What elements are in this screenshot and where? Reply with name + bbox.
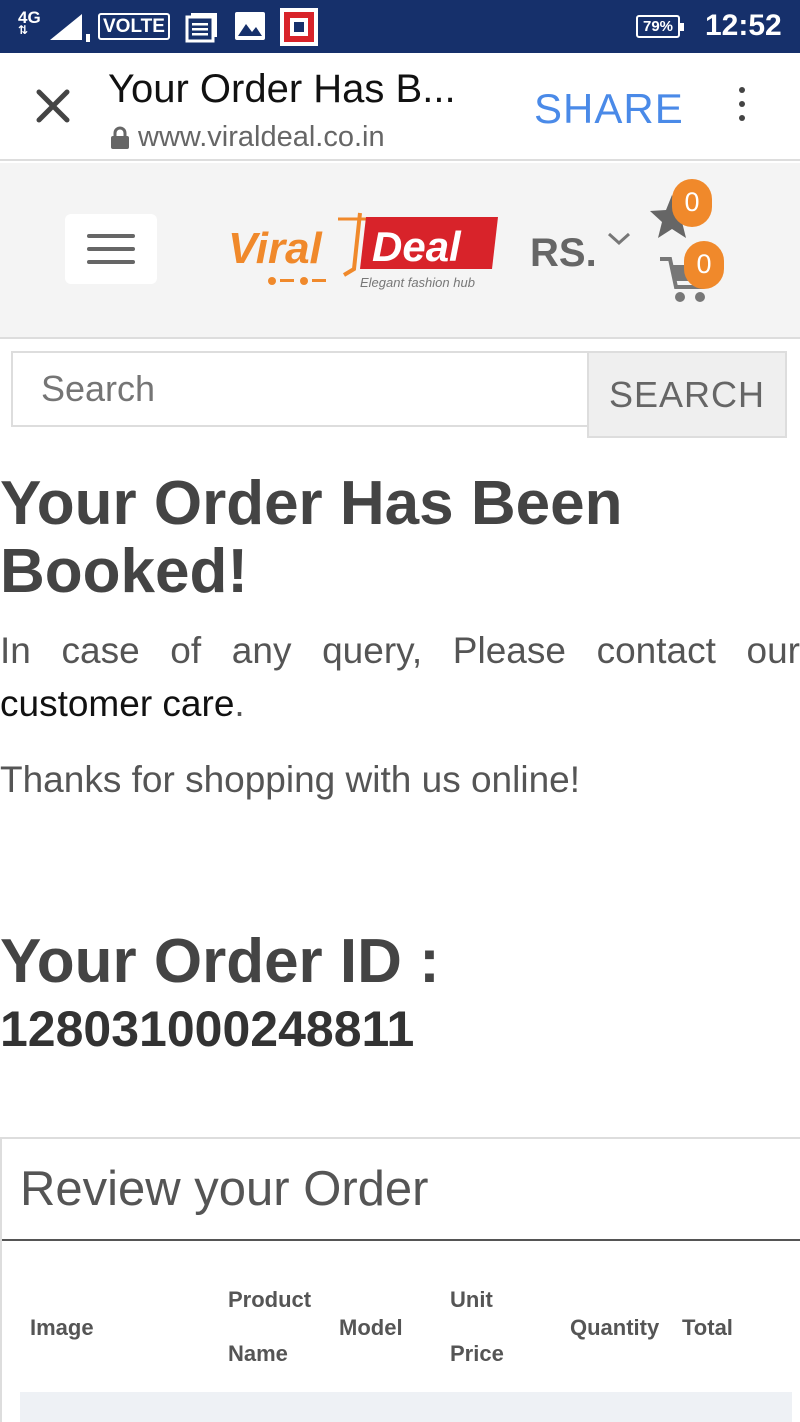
viraldeal-logo[interactable]: Viral Deal Elegant fashion hub [226,205,506,295]
chevron-down-icon[interactable] [606,229,632,249]
svg-text:Elegant fashion hub: Elegant fashion hub [360,275,475,290]
status-bar: 4G ⇅ VOLTE 79% 12:52 [0,0,800,53]
customer-care-link[interactable]: customer care [0,683,234,724]
svg-text:Viral: Viral [228,224,323,273]
query-text: In case of any query, Please contact our [0,630,800,671]
volte-badge: VOLTE [98,13,170,40]
network-indicator: 4G ⇅ [18,8,41,37]
divider [2,1239,800,1241]
column-header-quantity: Quantity [570,1315,660,1340]
order-confirmation-heading: Your Order Has Been Booked! [0,469,623,606]
column-header-unit-price: Unit Price [450,1287,504,1366]
order-id-label: Your Order ID : [0,927,440,996]
column-header-model: Model [339,1315,403,1340]
battery-indicator: 79% [636,15,684,38]
column-header-image: Image [30,1315,94,1340]
review-order-panel: Review your Order Image Product Name Mod… [0,1137,800,1422]
message-notification-icon [185,13,217,43]
query-message: In case of any query, Please contact our… [0,624,800,730]
browser-toolbar: Your Order Has B... www.viraldeal.co.in … [0,53,800,161]
currency-selector[interactable]: RS. [530,231,597,276]
hamburger-menu-button[interactable] [65,214,157,284]
site-header: Viral Deal Elegant fashion hub RS. 0 0 [0,163,800,339]
overflow-menu-icon[interactable] [730,87,754,127]
url-display: www.viraldeal.co.in [110,121,385,154]
cart-count-badge: 0 [684,241,724,289]
app-notification-icon [280,8,318,46]
close-icon[interactable] [32,85,74,127]
review-title: Review your Order [20,1162,429,1216]
clock: 12:52 [705,9,782,42]
url-text: www.viraldeal.co.in [138,121,385,153]
thanks-message: Thanks for shopping with us online! [0,759,581,800]
image-notification-icon [235,12,265,40]
wishlist-count-badge: 0 [672,179,712,227]
order-id-value: 128031000248811 [0,1001,415,1057]
svg-text:Deal: Deal [372,223,462,270]
period: . [234,683,245,724]
page-title: Your Order Has B... [108,67,456,111]
search-input[interactable] [11,351,589,427]
share-button[interactable]: SHARE [534,85,684,133]
lock-icon [111,126,129,150]
search-button[interactable]: SEARCH [587,351,787,438]
column-header-product-name: Product Name [228,1287,312,1366]
table-row [20,1392,792,1422]
column-header-total: Total [682,1315,733,1340]
signal-icon [50,14,90,42]
